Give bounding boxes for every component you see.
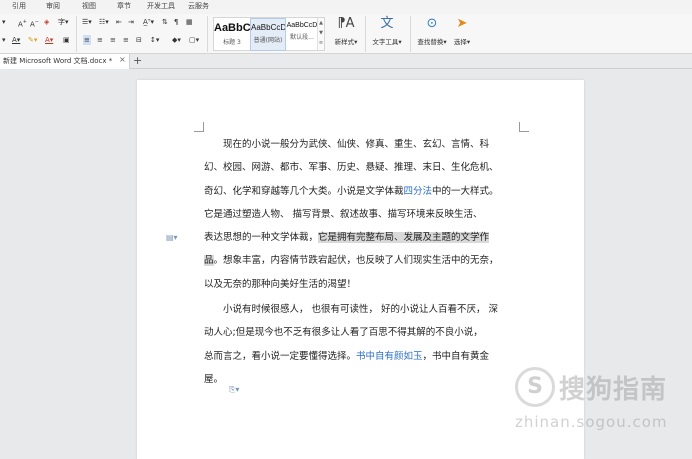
document-tab-bar: 新建 Microsoft Word 文档.docx * × + (0, 54, 692, 69)
select-button[interactable]: ➤ 选择▾ (451, 16, 473, 46)
shading-icon[interactable]: ◆▾ (172, 35, 181, 45)
text-line: 表达思想的一种文学体裁，它是拥有完整布局、发展及主题的文学作 (204, 232, 490, 244)
sort-icon[interactable]: ⇅ (162, 17, 168, 27)
new-tab-button[interactable]: + (133, 54, 142, 68)
text-line: 屋。 (204, 373, 224, 385)
justify-icon[interactable]: ≡ (123, 35, 129, 45)
document-page[interactable]: 现在的小说一般分为武侠、仙侠、修真、重生、玄幻、言情、科 幻、校园、网游、都市、… (137, 80, 584, 459)
close-tab-icon[interactable]: × (119, 55, 126, 64)
phonetic-icon[interactable]: 字▾ (58, 17, 69, 27)
shrink-font-icon[interactable]: A− (30, 17, 39, 29)
paragraph-2[interactable]: 小说有时候很感人， 也很有可读性， 好的小说让人百看不厌， 深 动人心;但是现今… (204, 298, 498, 391)
paragraph-options-icon[interactable]: ▤▾ (166, 233, 178, 242)
ribbon-toolbar: ▾ A+ A− ◈ 字▾ ☰▾ ☷▾ ⇤ ⇥ A̲ᵀ▾ ⇅ ¶ ▦ ▾ A▾ ✎… (0, 14, 692, 54)
font-color-icon[interactable]: A▾ (45, 35, 53, 45)
watermark-url: zhinan.sogou.com (515, 413, 668, 431)
text-tools-icon: 文 (380, 16, 394, 31)
find-replace-button[interactable]: ⊙ 查找替换▾ (414, 16, 450, 46)
highlight-icon[interactable]: ✎▾ (28, 35, 37, 45)
link-book-beauty[interactable]: 书中自有颜如玉 (356, 351, 423, 362)
table-icon[interactable]: ▦ (186, 17, 193, 27)
paste-options-icon[interactable]: ⎘▾ (229, 385, 239, 395)
align-center-icon[interactable]: ≡ (97, 35, 103, 45)
selected-text[interactable]: 品 (204, 255, 214, 267)
text-line: 现在的小说一般分为武侠、仙侠、修真、重生、玄幻、言情、科 (223, 139, 490, 150)
text-line: 动人心;但是现今也不乏有很多让人看了百思不得其解的不良小说， (204, 327, 483, 339)
align-right-icon[interactable]: ≡ (110, 35, 116, 45)
text-line: 品。想象丰富，内容情节跌宕起伏，也反映了人们现实生活中的无奈， (204, 255, 499, 267)
style-gallery[interactable]: AaBbC 标题 3 AaBbCcD 普通(网站) AaBbCcD 默认段...… (213, 17, 325, 51)
document-tab[interactable]: 新建 Microsoft Word 文档.docx * × (0, 54, 130, 69)
increase-indent-icon[interactable]: ⇥ (128, 17, 134, 27)
text-tools-button[interactable]: 文 文字工具▾ (369, 16, 405, 46)
borders-icon[interactable]: ▢▾ (189, 35, 199, 45)
show-marks-icon[interactable]: ¶ (174, 17, 178, 27)
font-size-dropdown-icon[interactable]: ▾ (2, 17, 6, 27)
style-heading-3[interactable]: AaBbC 标题 3 (214, 18, 250, 51)
link-four-categories[interactable]: 四分法 (404, 186, 433, 197)
text-line: 总而言之，看小说一定要懂得选择。书中自有颜如玉，书中自有黄金 (204, 350, 490, 362)
distribute-icon[interactable]: ⊟ (136, 35, 142, 45)
menu-chapter[interactable]: 章节 (117, 1, 131, 11)
superscript-icon[interactable]: A▾ (12, 35, 20, 45)
char-border-icon[interactable]: ▣ (63, 35, 70, 45)
menu-view[interactable]: 视图 (82, 1, 96, 11)
grow-font-icon[interactable]: A+ (18, 17, 27, 29)
new-style-icon: ⁋A (337, 16, 355, 31)
text-line: 小说有时候很感人， 也很有可读性， 好的小说让人百看不厌， 深 (223, 304, 499, 315)
align-left-icon[interactable]: ≡ (83, 35, 91, 45)
menu-cloud-service[interactable]: 云服务 (188, 1, 209, 11)
chinese-layout-icon[interactable]: A̲ᵀ▾ (143, 17, 154, 27)
numbered-list-icon[interactable]: ☷▾ (99, 17, 109, 27)
strikethrough-icon[interactable]: ▾ (2, 35, 6, 45)
menu-developer-tools[interactable]: 开发工具 (147, 1, 175, 11)
margin-corner-top-right (519, 122, 529, 132)
margin-corner-top-left (194, 122, 204, 132)
text-line: 幻、校园、网游、都市、军事、历史、悬疑、推理、末日、生化危机、 (204, 162, 499, 174)
bullet-list-icon[interactable]: ☰▾ (82, 17, 92, 27)
new-style-button[interactable]: ⁋A 新样式▾ (331, 16, 361, 46)
paragraph-1[interactable]: 现在的小说一般分为武侠、仙侠、修真、重生、玄幻、言情、科 幻、校园、网游、都市、… (204, 133, 499, 296)
line-spacing-icon[interactable]: ↕▾ (150, 35, 159, 45)
menu-review[interactable]: 审阅 (46, 1, 60, 11)
text-line: 它是通过塑造人物、 描写背景、叙述故事、描写环境来反映生活、 (204, 208, 483, 220)
ribbon-divider (207, 16, 208, 52)
clear-format-icon[interactable]: ◈ (44, 17, 49, 27)
menu-bar: 引用 审阅 视图 章节 开发工具 云服务 (0, 0, 692, 14)
ribbon-divider (365, 16, 366, 52)
find-replace-icon: ⊙ (426, 16, 438, 31)
text-line: 奇幻、化学和穿越等几个大类。小说是文学体裁四分法中的一大样式。 (204, 185, 499, 197)
text-line: 以及无奈的那种向美好生活的渴望！ (204, 278, 357, 290)
ribbon-divider (410, 16, 411, 52)
sogou-logo: S (515, 367, 555, 407)
document-tab-label: 新建 Microsoft Word 文档.docx * (3, 57, 113, 65)
decrease-indent-icon[interactable]: ⇤ (116, 17, 122, 27)
menu-references[interactable]: 引用 (12, 1, 26, 11)
selected-text[interactable]: 它是拥有完整布局、发展及主题的文学作 (318, 232, 490, 244)
style-normal-web[interactable]: AaBbCcD 普通(网站) (250, 18, 286, 51)
watermark-title: 搜狗指南 (559, 375, 668, 405)
style-default-paragraph[interactable]: AaBbCcD 默认段... (286, 18, 318, 51)
style-gallery-scroll[interactable]: ▲ ▼ ≡ (317, 18, 324, 50)
ribbon-divider (76, 16, 77, 52)
cursor-arrow-icon: ➤ (456, 16, 468, 31)
